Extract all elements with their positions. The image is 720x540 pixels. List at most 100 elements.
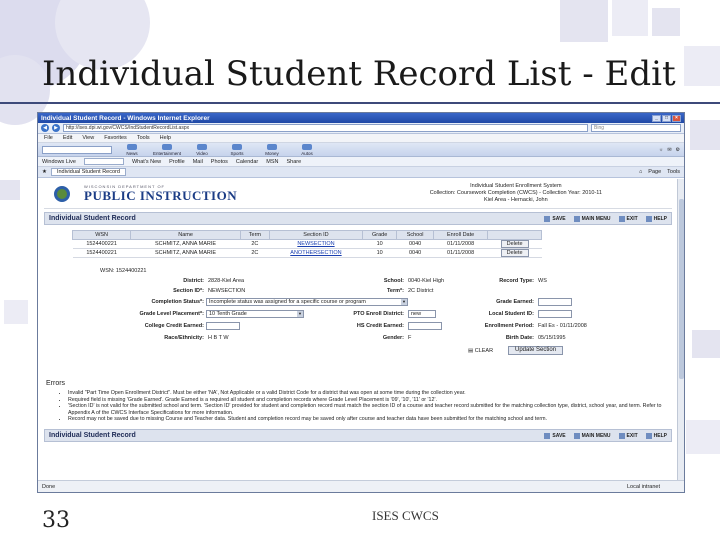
save-button[interactable]: SAVE [544, 215, 566, 222]
menu-view[interactable]: View [82, 135, 94, 141]
chevron-down-icon: ▼ [401, 299, 407, 305]
menu-favorites[interactable]: Favorites [104, 135, 127, 141]
save-button-bottom[interactable]: SAVE [544, 432, 566, 439]
menu-help[interactable]: Help [160, 135, 171, 141]
link-share[interactable]: Share [286, 159, 301, 165]
decor-square [0, 180, 20, 200]
exit-button-bottom[interactable]: EXIT [618, 432, 638, 439]
delete-button[interactable]: Delete [500, 240, 529, 248]
close-button[interactable]: × [672, 114, 681, 122]
link-windows-live[interactable]: Windows Live [42, 159, 76, 165]
msn-news-button[interactable]: News [117, 143, 147, 156]
main-menu-button-bottom[interactable]: MAIN MENU [573, 432, 611, 439]
section-bar: Individual Student Record SAVE MAIN MENU… [44, 212, 672, 225]
grade-level-label: Grade Level Placement*: [139, 311, 204, 317]
completion-status-label: Completion Status*: [151, 299, 204, 305]
money-icon [267, 143, 277, 150]
settings-icon[interactable]: ⚙ [676, 147, 680, 153]
link-photos[interactable]: Photos [211, 159, 228, 165]
exit-button[interactable]: EXIT [618, 215, 638, 222]
vertical-scrollbar[interactable] [677, 179, 684, 482]
msn-search-input[interactable] [42, 145, 112, 154]
page-menu[interactable]: Page [648, 169, 661, 175]
msn-video-button[interactable]: Video [187, 143, 217, 156]
table-row: 1524400221 SCHMITZ, ANNA MARIE 2C ANOTHE… [72, 248, 542, 258]
home-icon[interactable]: ⌂ [639, 169, 642, 175]
tab-bar: ★ Individual Student Record ⌂ Page Tools [38, 167, 684, 178]
minimize-button[interactable]: _ [652, 114, 661, 122]
back-icon[interactable]: ◀ [41, 124, 49, 132]
weather-icon[interactable]: ☼ [659, 147, 664, 153]
section-id-label: Section ID*: [173, 288, 204, 294]
college-credit-label: College Credit Earned: [144, 323, 204, 329]
tools-menu[interactable]: Tools [667, 169, 680, 175]
page-content: WISCONSIN DEPARTMENT OF PUBLIC INSTRUCTI… [38, 179, 678, 482]
chevron-down-icon: ▼ [297, 311, 303, 317]
help-button-bottom[interactable]: HELP [645, 432, 667, 439]
section-link[interactable]: ANOTHERSECTION [290, 250, 341, 256]
district-value: 2828-Kiel Area [208, 278, 245, 284]
mail-icon[interactable]: ✉ [667, 147, 671, 153]
sports-icon [232, 143, 242, 150]
main-menu-icon [573, 215, 580, 222]
link-mail[interactable]: Mail [193, 159, 203, 165]
completion-status-select[interactable]: Incomplete status was assigned for a spe… [206, 298, 408, 306]
col-section: Section ID [268, 230, 364, 240]
link-msn[interactable]: MSN [266, 159, 278, 165]
update-section-button[interactable]: Update Section [508, 346, 564, 355]
link-whats-new[interactable]: What's New [132, 159, 161, 165]
col-enroll: Enroll Date [432, 230, 489, 240]
slide-number: 33 [42, 508, 70, 533]
col-action [487, 230, 542, 240]
save-icon [544, 432, 551, 439]
link-profile[interactable]: Profile [169, 159, 185, 165]
hs-credit-input[interactable] [408, 322, 442, 330]
browser-window: Individual Student Record - Windows Inte… [37, 112, 685, 493]
forward-icon[interactable]: ▶ [52, 124, 60, 132]
search-input[interactable]: Bing [591, 124, 681, 132]
clear-button[interactable]: ▤ CLEAR [468, 348, 493, 354]
menu-edit[interactable]: Edit [63, 135, 72, 141]
section-bar-bottom: Individual Student Record SAVE MAIN MENU… [44, 429, 672, 443]
grade-level-select[interactable]: 10 Tenth Grade ▼ [206, 310, 304, 318]
msn-entertainment-button[interactable]: Entertainment [152, 143, 182, 156]
window-title: Individual Student Record - Windows Inte… [41, 114, 210, 122]
menu-file[interactable]: File [44, 135, 53, 141]
msn-autos-button[interactable]: Autos [292, 143, 322, 156]
college-credit-input[interactable] [206, 322, 240, 330]
tab-individual-student-record[interactable]: Individual Student Record [50, 168, 126, 176]
favorites-star-icon[interactable]: ★ [42, 169, 47, 175]
menu-bar: File Edit View Favorites Tools Help [38, 134, 684, 143]
msn-sports-button[interactable]: Sports [222, 143, 252, 156]
grade-earned-input[interactable] [538, 298, 572, 306]
district-label: District: [183, 278, 204, 284]
birth-date-label: Birth Date: [505, 335, 534, 341]
col-term: Term [239, 230, 270, 240]
pto-district-label: PTO Enroll District: [353, 311, 404, 317]
slide-title: Individual Student Record List - Edit [42, 54, 676, 94]
exit-icon [618, 432, 625, 439]
scrollbar-thumb[interactable] [679, 199, 684, 379]
page-header: WISCONSIN DEPARTMENT OF PUBLIC INSTRUCTI… [44, 179, 672, 209]
menu-tools[interactable]: Tools [137, 135, 150, 141]
help-button[interactable]: HELP [645, 215, 667, 222]
record-type-value: WS [538, 278, 547, 284]
live-search-input[interactable] [83, 158, 124, 165]
wsn-field: WSN: 1524400221 [100, 268, 147, 274]
col-wsn: WSN [71, 230, 132, 240]
maximize-button[interactable]: □ [662, 114, 671, 122]
table-row: 1524400221 SCHMITZ, ANNA MARIE 2C NEWSEC… [72, 239, 542, 249]
msn-money-button[interactable]: Money [257, 143, 287, 156]
errors-heading: Errors [46, 380, 66, 387]
enrollment-period-value: Fall Es - 01/11/2008 [538, 323, 587, 329]
address-input[interactable]: http://ises.dpi.wi.gov/CWCS/IndStudentRe… [63, 124, 588, 132]
main-menu-button[interactable]: MAIN MENU [573, 215, 611, 222]
section-link[interactable]: NEWSECTION [297, 241, 334, 247]
decor-square [4, 300, 28, 324]
delete-button[interactable]: Delete [500, 249, 529, 257]
local-student-input[interactable] [538, 310, 572, 318]
address-bar: ◀ ▶ http://ises.dpi.wi.gov/CWCS/IndStude… [38, 123, 684, 134]
link-calendar[interactable]: Calendar [236, 159, 258, 165]
race-label: Race/Ethnicity: [164, 335, 204, 341]
pto-district-input[interactable]: new [408, 310, 436, 318]
